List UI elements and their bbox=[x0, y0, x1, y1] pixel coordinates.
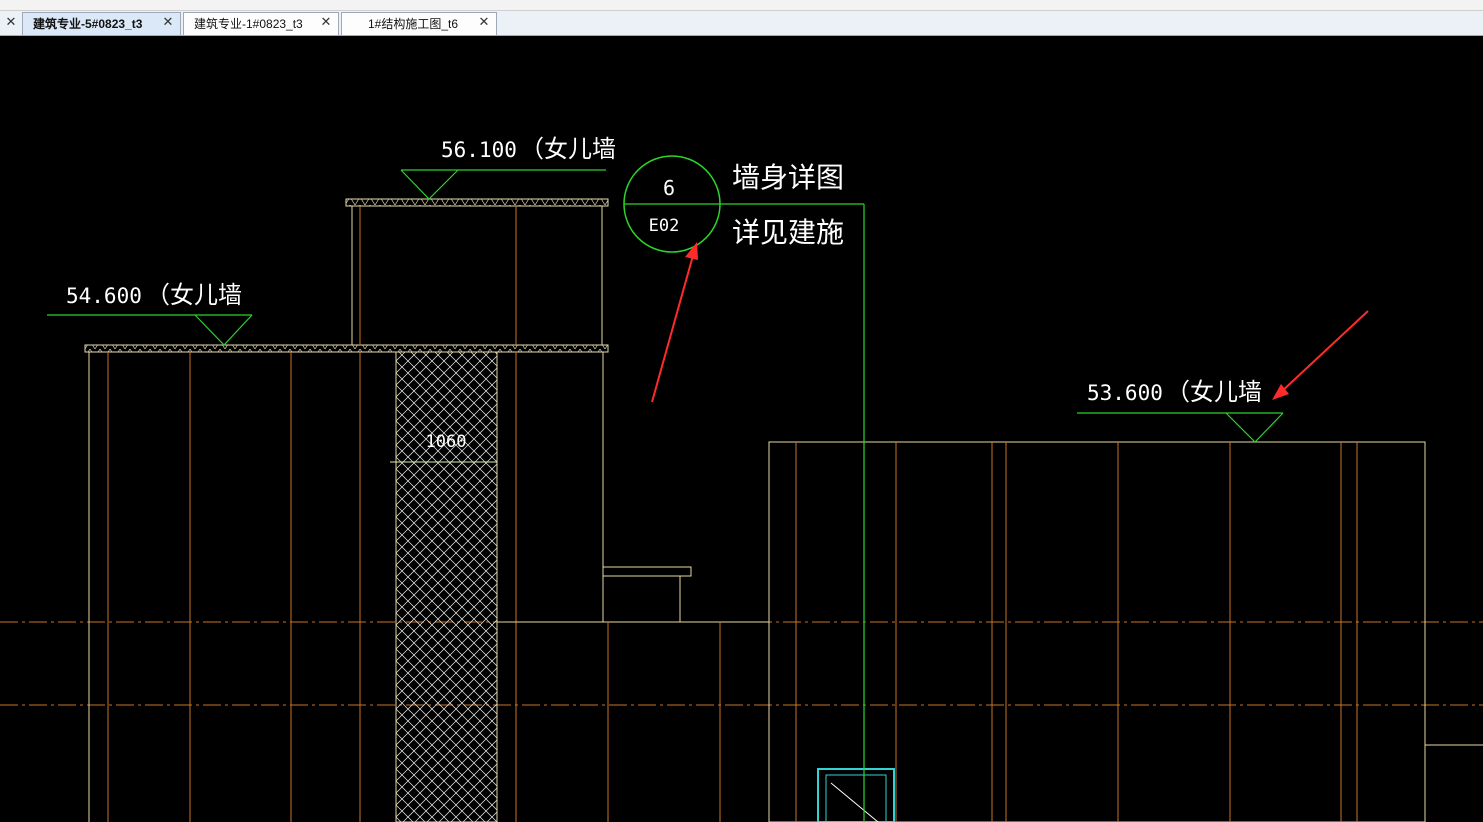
parapet-label: （女儿墙 bbox=[1166, 378, 1262, 406]
dimension-1060: 1060 bbox=[426, 432, 467, 452]
cad-application: ✕ 建筑专业-5#0823_t3 ✕ 建筑专业-1#0823_t3 ✕ 1#结构… bbox=[0, 0, 1483, 822]
tab-building-1[interactable]: 建筑专业-1#0823_t3 ✕ bbox=[183, 12, 339, 35]
detail-number: 6 bbox=[663, 176, 675, 200]
detail-title: 墙身详图 bbox=[732, 161, 844, 194]
close-icon[interactable]: ✕ bbox=[478, 16, 490, 30]
menu-strip bbox=[0, 0, 6, 10]
close-icon[interactable]: ✕ bbox=[162, 16, 174, 30]
elevation-536: 53.600 bbox=[1087, 381, 1163, 405]
cad-drawing[interactable]: 1060 56.100 （女儿墙 54.600 （女儿墙 53.600 （女儿墙… bbox=[0, 37, 1483, 822]
parapet-label: （女儿墙 bbox=[520, 135, 616, 163]
elevation-561: 56.100 bbox=[441, 138, 517, 162]
menu-bar bbox=[0, 0, 1483, 11]
close-all-tabs-icon[interactable]: ✕ bbox=[2, 14, 20, 32]
drawing-canvas[interactable]: 1060 56.100 （女儿墙 54.600 （女儿墙 53.600 （女儿墙… bbox=[0, 37, 1483, 822]
tab-label: 建筑专业-1#0823_t3 bbox=[194, 17, 303, 31]
elevation-546: 54.600 bbox=[66, 284, 142, 308]
tab-label: 1#结构施工图_t6 bbox=[368, 17, 459, 31]
detail-note: 详见建施 bbox=[732, 216, 844, 249]
tab-building-5[interactable]: 建筑专业-5#0823_t3 ✕ bbox=[22, 12, 181, 35]
parapet-label: （女儿墙 bbox=[146, 281, 242, 309]
document-tab-bar: ✕ 建筑专业-5#0823_t3 ✕ 建筑专业-1#0823_t3 ✕ 1#结构… bbox=[0, 11, 1483, 36]
detail-sheet: E02 bbox=[649, 216, 680, 236]
detail-callout: 6 E02 墙身详图 详见建施 bbox=[623, 155, 865, 822]
horizontal-orange-axis-lines bbox=[0, 621, 1483, 706]
right-building-elevation bbox=[768, 441, 1483, 822]
tab-structure-1[interactable]: 1#结构施工图_t6 ✕ bbox=[341, 12, 497, 35]
tab-label: 建筑专业-5#0823_t3 bbox=[33, 17, 143, 31]
close-icon[interactable]: ✕ bbox=[320, 16, 332, 30]
